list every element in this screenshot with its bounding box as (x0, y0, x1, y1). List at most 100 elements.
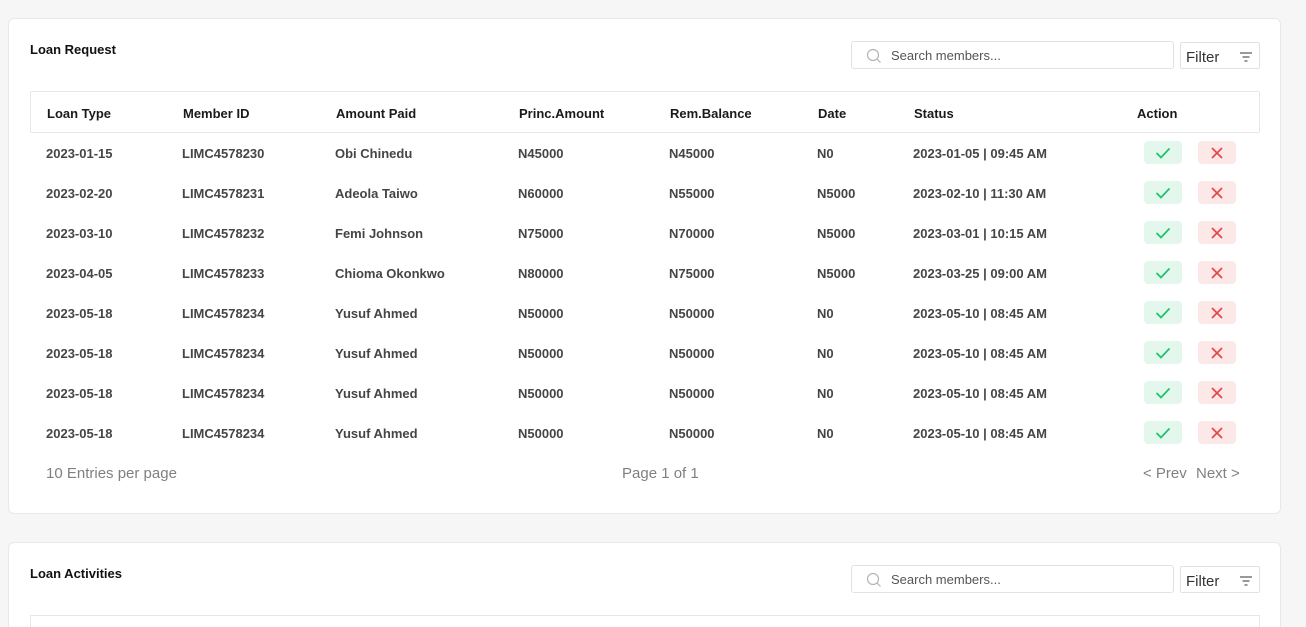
cell-date: N0 (817, 306, 834, 321)
cell-date: N0 (817, 146, 834, 161)
cell-date: N0 (817, 386, 834, 401)
column-header-amount-paid: Amount Paid (336, 106, 417, 121)
cell-loan-type: 2023-05-18 (46, 426, 113, 441)
cell-loan-type: 2023-03-10 (46, 226, 113, 241)
column-header-loan-type: Loan Type (47, 106, 112, 121)
approve-button[interactable] (1144, 221, 1182, 244)
table-row: 2023-05-18 LIMC4578234 Yusuf Ahmed N50000 N5… (30, 293, 1260, 333)
check-icon (1155, 267, 1171, 279)
cell-rem-balance: N50000 (669, 306, 715, 321)
cell-date: N5000 (817, 186, 856, 201)
reject-button[interactable] (1198, 181, 1236, 204)
cell-rem-balance: N50000 (669, 426, 715, 441)
cell-status: 2023-05-10 | 08:45 AM (913, 426, 1047, 441)
cell-princ-amount: N60000 (518, 186, 564, 201)
cell-status: 2023-03-01 | 10:15 AM (913, 226, 1047, 241)
cell-amount-paid: Yusuf Ahmed (335, 306, 418, 321)
cell-member-id: LIMC4578232 (182, 226, 265, 241)
reject-button[interactable] (1198, 141, 1236, 164)
approve-button[interactable] (1144, 301, 1182, 324)
loan-activities-search[interactable] (851, 565, 1174, 593)
cell-princ-amount: N75000 (518, 226, 564, 241)
table-row: 2023-04-05 LIMC4578233 Chioma Okonkwo N8000… (30, 253, 1260, 293)
reject-button[interactable] (1198, 261, 1236, 284)
reject-button[interactable] (1198, 421, 1236, 444)
cell-status: 2023-05-10 | 08:45 AM (913, 346, 1047, 361)
loan-activities-title: Loan Activities (30, 566, 122, 581)
cell-rem-balance: N55000 (669, 186, 715, 201)
cell-princ-amount: N50000 (518, 426, 564, 441)
search-icon (866, 572, 881, 587)
cell-rem-balance: N45000 (669, 146, 715, 161)
cell-member-id: LIMC4578234 (182, 346, 265, 361)
check-icon (1155, 427, 1171, 439)
approve-button[interactable] (1144, 181, 1182, 204)
loan-request-table: Loan Type Member ID Amount Paid Princ.Am… (30, 91, 1260, 453)
prev-page-button[interactable]: < Prev (1143, 465, 1187, 482)
close-icon (1211, 386, 1223, 399)
reject-button[interactable] (1198, 301, 1236, 324)
entries-per-page[interactable]: 10 Entries per page (46, 465, 177, 482)
next-page-button[interactable]: Next > (1196, 465, 1240, 482)
cell-member-id: LIMC4578233 (182, 266, 265, 281)
loan-activities-table (30, 615, 1260, 627)
cell-loan-type: 2023-01-15 (46, 146, 113, 161)
table-row: 2023-05-18 LIMC4578234 Yusuf Ahmed N50000 N5… (30, 373, 1260, 413)
cell-rem-balance: N50000 (669, 346, 715, 361)
approve-button[interactable] (1144, 141, 1182, 164)
search-input[interactable] (891, 571, 1161, 588)
cell-amount-paid: Yusuf Ahmed (335, 346, 418, 361)
cell-loan-type: 2023-04-05 (46, 266, 113, 281)
cell-date: N5000 (817, 226, 856, 241)
cell-amount-paid: Chioma Okonkwo (335, 266, 445, 281)
cell-status: 2023-01-05 | 09:45 AM (913, 146, 1047, 161)
approve-button[interactable] (1144, 381, 1182, 404)
cell-date: N0 (817, 346, 834, 361)
cell-princ-amount: N50000 (518, 306, 564, 321)
filter-button[interactable]: Filter (1180, 42, 1260, 69)
column-header-rem-balance: Rem.Balance (670, 106, 752, 121)
column-header-action: Action (1137, 106, 1178, 121)
cell-date: N5000 (817, 266, 856, 281)
reject-button[interactable] (1198, 341, 1236, 364)
column-header-status: Status (914, 106, 954, 121)
cell-rem-balance: N50000 (669, 386, 715, 401)
loan-request-search[interactable] (851, 41, 1174, 69)
cell-member-id: LIMC4578234 (182, 426, 265, 441)
cell-amount-paid: Adeola Taiwo (335, 186, 418, 201)
approve-button[interactable] (1144, 261, 1182, 284)
table-row: 2023-01-15 LIMC4578230 Obi Chinedu N45000 N4… (30, 133, 1260, 173)
search-icon (866, 48, 881, 63)
close-icon (1211, 346, 1223, 359)
approve-button[interactable] (1144, 421, 1182, 444)
cell-amount-paid: Obi Chinedu (335, 146, 413, 161)
filter-label: Filter (1186, 49, 1220, 66)
loan-request-card: Loan Request Filter Loan Type Member ID … (8, 18, 1281, 514)
close-icon (1211, 266, 1223, 279)
close-icon (1211, 426, 1223, 439)
cell-amount-paid: Yusuf Ahmed (335, 426, 418, 441)
check-icon (1155, 187, 1171, 199)
approve-button[interactable] (1144, 341, 1182, 364)
column-header-date: Date (818, 106, 847, 121)
table-row: 2023-05-18 LIMC4578234 Yusuf Ahmed N50000 N5… (30, 413, 1260, 453)
cell-status: 2023-05-10 | 08:45 AM (913, 386, 1047, 401)
filter-icon (1240, 52, 1252, 62)
close-icon (1211, 306, 1223, 319)
cell-loan-type: 2023-05-18 (46, 306, 113, 321)
cell-status: 2023-05-10 | 08:45 AM (913, 306, 1047, 321)
column-header-member-id: Member ID (183, 106, 250, 121)
reject-button[interactable] (1198, 381, 1236, 404)
search-input[interactable] (891, 47, 1161, 64)
cell-member-id: LIMC4578234 (182, 386, 265, 401)
cell-member-id: LIMC4578231 (182, 186, 265, 201)
column-header-princ-amount: Princ.Amount (519, 106, 605, 121)
cell-rem-balance: N75000 (669, 266, 715, 281)
cell-status: 2023-03-25 | 09:00 AM (913, 266, 1047, 281)
reject-button[interactable] (1198, 221, 1236, 244)
close-icon (1211, 226, 1223, 239)
check-icon (1155, 347, 1171, 359)
check-icon (1155, 307, 1171, 319)
cell-status: 2023-02-10 | 11:30 AM (913, 186, 1047, 201)
filter-button[interactable]: Filter (1180, 566, 1260, 593)
